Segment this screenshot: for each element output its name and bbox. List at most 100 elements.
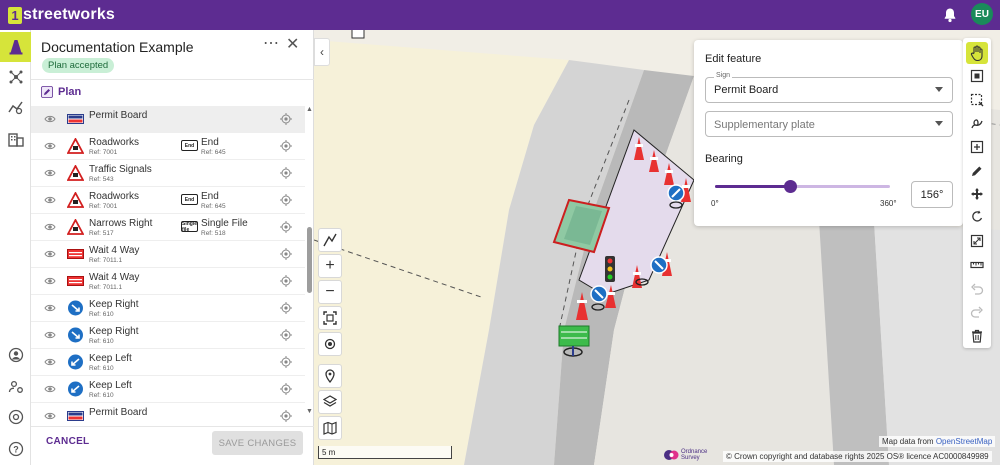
sign-list-item[interactable]: Keep Left Ref: 610 xyxy=(31,376,305,403)
cancel-button[interactable]: CANCEL xyxy=(46,436,89,447)
warn-signals-sign-icon xyxy=(66,164,85,181)
sign-ref: Ref: 543 xyxy=(89,176,114,183)
scroll-down-icon[interactable]: ▼ xyxy=(306,408,313,415)
edit-feature-card: Edit feature Sign Permit Board Supplemen… xyxy=(694,40,963,226)
sign-ref: Ref: 7001 xyxy=(89,149,118,156)
os-logo-line2: Survey xyxy=(681,455,700,461)
locate-target-icon[interactable] xyxy=(280,356,292,368)
building-icon[interactable] xyxy=(0,124,31,154)
draw-path-icon[interactable] xyxy=(966,112,988,134)
locate-target-icon[interactable] xyxy=(280,275,292,287)
app-logo[interactable]: 1 streetworks xyxy=(8,6,115,24)
fit-bounds-icon[interactable] xyxy=(318,306,342,330)
cone-icon[interactable] xyxy=(0,32,31,62)
sign-list-item[interactable]: Keep Right Ref: 610 xyxy=(31,322,305,349)
bearing-slider-thumb[interactable] xyxy=(784,180,798,193)
zoom-out-icon[interactable]: − xyxy=(318,280,342,304)
visibility-eye-icon[interactable] xyxy=(44,114,56,124)
sign-list-item[interactable]: Wait 4 Way Ref: 7011.1 xyxy=(31,241,305,268)
locate-target-icon[interactable] xyxy=(280,221,292,233)
visibility-eye-icon[interactable] xyxy=(44,357,56,367)
locate-target-icon[interactable] xyxy=(280,302,292,314)
supplementary-plate-select[interactable]: Supplementary plate xyxy=(705,111,953,137)
zoom-in-icon[interactable]: + xyxy=(318,254,342,278)
visibility-eye-icon[interactable] xyxy=(44,276,56,286)
add-feature-icon[interactable] xyxy=(966,136,988,158)
select-box-icon[interactable] xyxy=(966,65,988,87)
network-icon[interactable] xyxy=(0,62,31,92)
sign-list-item[interactable]: Traffic Signals Ref: 543 xyxy=(31,160,305,187)
more-options-icon[interactable]: ⋯ xyxy=(263,36,279,53)
bearing-label: Bearing xyxy=(705,153,743,165)
visibility-eye-icon[interactable] xyxy=(44,249,56,259)
locate-target-icon[interactable] xyxy=(280,167,292,179)
close-icon[interactable]: ✕ xyxy=(286,37,302,53)
help-icon[interactable]: ? xyxy=(0,434,31,464)
sign-name: Roadworks xyxy=(89,191,140,202)
keep-right-sign-icon xyxy=(67,300,84,316)
layers-icon[interactable] xyxy=(318,390,342,414)
locate-target-icon[interactable] xyxy=(280,194,292,206)
sign-list-item[interactable]: Keep Right Ref: 610 xyxy=(31,295,305,322)
collapse-panel-button[interactable]: ‹ xyxy=(314,38,330,66)
visibility-eye-icon[interactable] xyxy=(44,222,56,232)
analytics-icon[interactable] xyxy=(0,92,31,122)
bearing-input[interactable]: 156° xyxy=(911,181,953,208)
visibility-eye-icon[interactable] xyxy=(44,141,56,151)
sign-list-item[interactable]: Permit Board xyxy=(31,106,305,133)
visibility-eye-icon[interactable] xyxy=(44,411,56,421)
sign-ref: Ref: 517 xyxy=(89,230,114,237)
traffic-signal-marker xyxy=(605,256,615,282)
sign-list-item[interactable]: Keep Left Ref: 610 xyxy=(31,349,305,376)
locate-target-icon[interactable] xyxy=(280,113,292,125)
undo-icon[interactable] xyxy=(966,278,988,300)
sign-select[interactable]: Sign Permit Board xyxy=(705,72,953,103)
map-icon[interactable] xyxy=(318,416,342,440)
sign-name: Roadworks xyxy=(89,137,140,148)
locate-target-icon[interactable] xyxy=(280,248,292,260)
location-pin-icon[interactable] xyxy=(318,364,342,388)
visibility-eye-icon[interactable] xyxy=(44,303,56,313)
team-icon[interactable] xyxy=(0,372,31,402)
visibility-eye-icon[interactable] xyxy=(44,384,56,394)
draw-line-icon[interactable] xyxy=(318,228,342,252)
sign-name: Keep Right xyxy=(89,299,139,310)
locate-target-icon[interactable] xyxy=(280,410,292,422)
account-icon[interactable] xyxy=(0,340,31,370)
openstreetmap-link[interactable]: OpenStreetMap xyxy=(936,437,992,446)
locate-target-icon[interactable] xyxy=(280,329,292,341)
plan-panel: Documentation Example ⋯ ✕ Plan accepted … xyxy=(31,30,314,465)
scroll-up-icon[interactable]: ▲ xyxy=(306,106,313,113)
redo-icon[interactable] xyxy=(966,301,988,323)
sign-list-item[interactable]: Wait 4 Way Ref: 7011.1 xyxy=(31,268,305,295)
save-changes-button[interactable]: SAVE CHANGES xyxy=(212,431,303,455)
sign-ref: Ref: 610 xyxy=(89,365,114,372)
visibility-eye-icon[interactable] xyxy=(44,330,56,340)
plan-tab[interactable]: Plan xyxy=(41,86,81,98)
move-icon[interactable] xyxy=(966,183,988,205)
notifications-bell-icon[interactable] xyxy=(942,7,958,23)
edit-pencil-icon[interactable] xyxy=(966,160,988,182)
pan-hand-icon[interactable] xyxy=(966,42,988,64)
resize-icon[interactable] xyxy=(966,230,988,252)
divider xyxy=(31,426,314,427)
sign-list-item[interactable]: Narrows Right Ref: 517 Single file Single F… xyxy=(31,214,305,241)
visibility-eye-icon[interactable] xyxy=(44,168,56,178)
bearing-slider-fill xyxy=(715,185,791,188)
sign-list-item[interactable]: Roadworks Ref: 7001 End End Ref: 645 xyxy=(31,187,305,214)
sign-list-item[interactable]: Permit Board xyxy=(31,403,305,426)
visibility-eye-icon[interactable] xyxy=(44,195,56,205)
select-area-icon[interactable] xyxy=(966,89,988,111)
supplementary-plate-ref: Ref: 645 xyxy=(201,203,226,210)
locate-target-icon[interactable] xyxy=(280,383,292,395)
measure-ruler-icon[interactable] xyxy=(966,254,988,276)
scrollbar-thumb[interactable] xyxy=(307,227,312,293)
my-location-icon[interactable] xyxy=(318,332,342,356)
logo-mark: 1 xyxy=(8,6,22,24)
sign-list-item[interactable]: Roadworks Ref: 7001 End End Ref: 645 xyxy=(31,133,305,160)
user-avatar[interactable]: EU xyxy=(971,3,993,25)
support-icon[interactable] xyxy=(0,402,31,432)
delete-trash-icon[interactable] xyxy=(966,325,988,347)
locate-target-icon[interactable] xyxy=(280,140,292,152)
rotate-icon[interactable] xyxy=(966,206,988,228)
